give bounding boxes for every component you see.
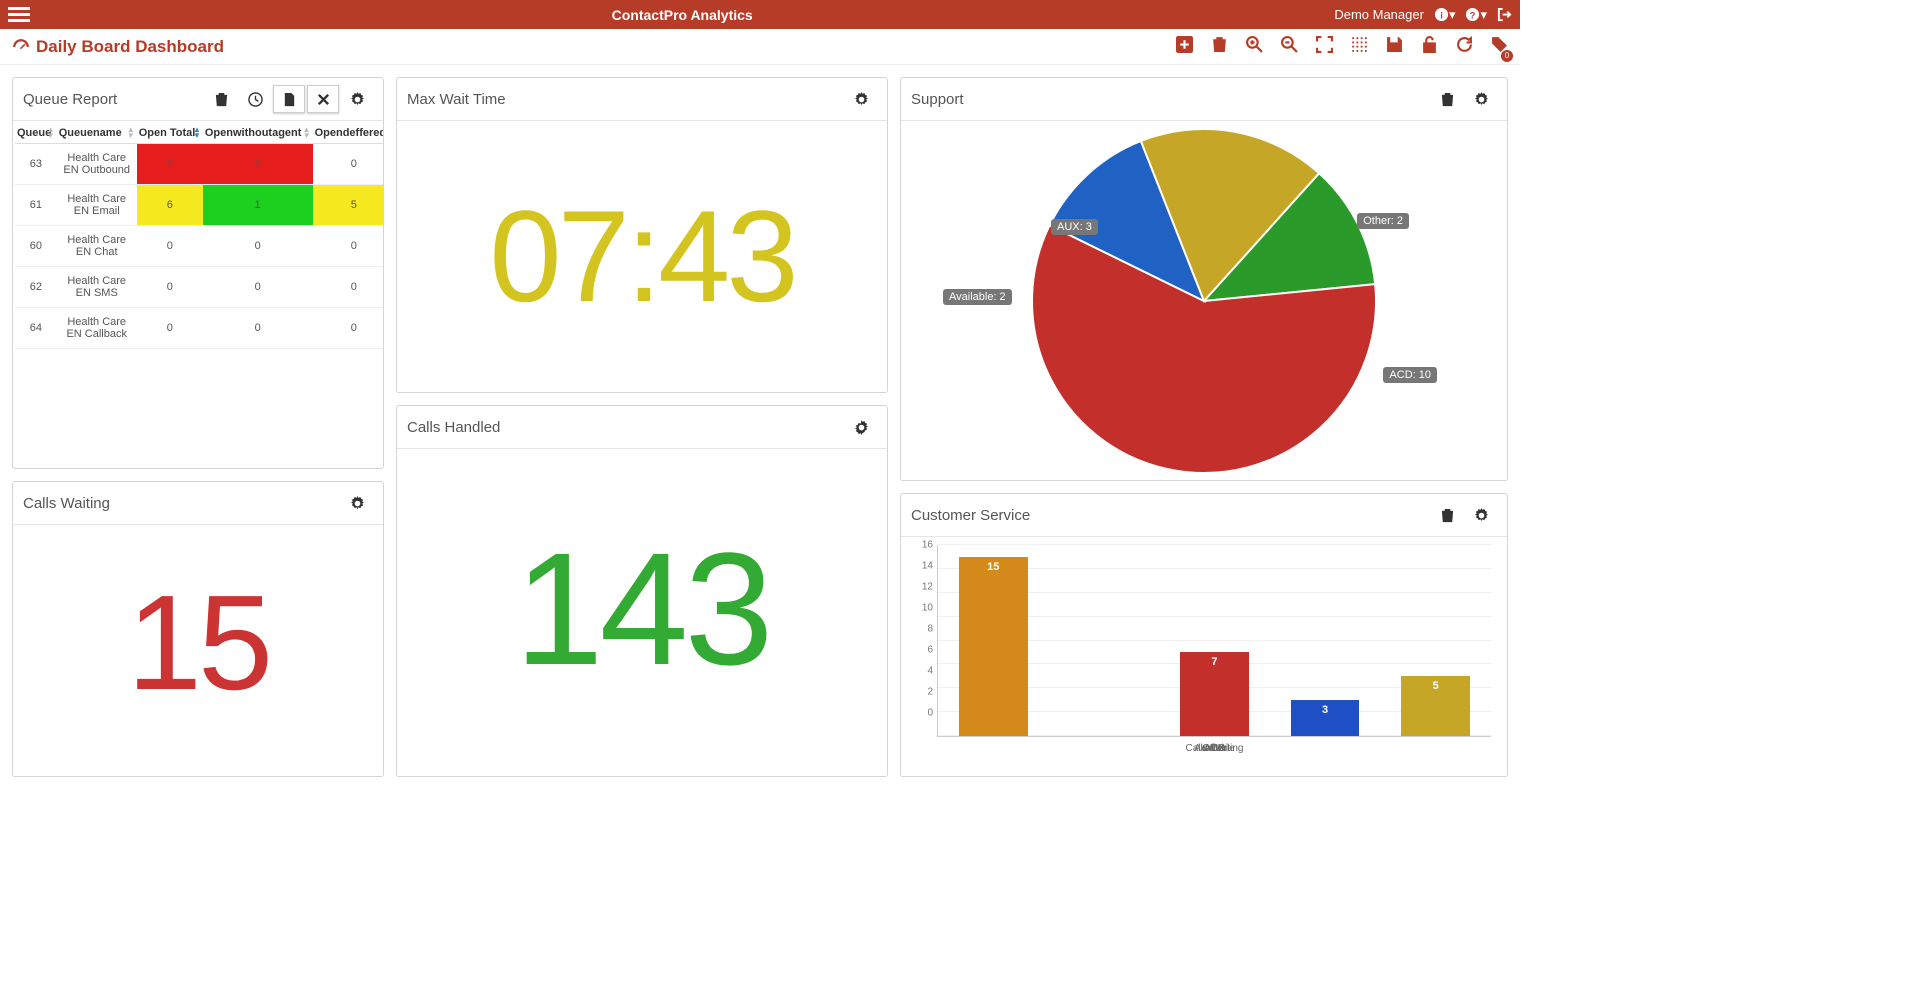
support-pie-chart: Other: 2 AUX: 3 Available: 2 ACD: 10: [901, 121, 1507, 483]
trash-icon[interactable]: [205, 85, 237, 113]
tags-button[interactable]: 0: [1491, 36, 1508, 58]
calls-waiting-value: 15: [13, 525, 383, 740]
bar-aux: 5AUX: [1380, 545, 1491, 736]
bar-other: 3Other: [1270, 545, 1381, 736]
pie-label-acd: ACD: 10: [1383, 367, 1437, 383]
gear-icon[interactable]: [341, 85, 373, 113]
delete-button[interactable]: [1211, 36, 1228, 58]
widget-title: Max Wait Time: [407, 91, 506, 108]
col-opentotal[interactable]: Open Total▲▼: [137, 123, 203, 144]
table-row: 61Health Care EN Email615: [15, 185, 383, 226]
table-row: 63Health Care EN Outbound770: [15, 144, 383, 185]
bar-acd: 7ACD: [1159, 545, 1270, 736]
max-wait-value: 07:43: [397, 121, 887, 351]
pie-label-other: Available: 2: [943, 289, 1012, 305]
bar-calls-waiting: 15Calls Waiting: [938, 545, 1049, 736]
zoom-out-button[interactable]: [1281, 36, 1298, 58]
table-row: 60Health Care EN Chat000: [15, 226, 383, 267]
customer-service-bar-chart: 0246810121416 15Calls WaitingAvailable7A…: [903, 539, 1505, 739]
gear-icon[interactable]: [845, 413, 877, 441]
widget-title: Customer Service: [911, 507, 1030, 524]
calls-handled-value: 143: [397, 449, 887, 719]
fullscreen-button[interactable]: [1316, 36, 1333, 58]
col-openwoagent[interactable]: Openwithoutagent▲▼: [203, 123, 313, 144]
save-button[interactable]: [1386, 36, 1403, 58]
clock-icon[interactable]: [239, 85, 271, 113]
unlock-button[interactable]: [1421, 36, 1438, 58]
add-button[interactable]: [1176, 36, 1193, 58]
help-icon[interactable]: ?▾: [1465, 7, 1487, 23]
gear-icon[interactable]: [1465, 501, 1497, 529]
pie-label-aux: AUX: 3: [1051, 219, 1098, 235]
pie-label-available: Other: 2: [1357, 213, 1409, 229]
grid-button[interactable]: [1351, 36, 1368, 58]
queue-report-widget: Queue Report Queue▲▼ Queuename▲▼ Open To…: [12, 77, 384, 469]
dashboard-icon: [12, 38, 30, 56]
bar-available: Available: [1049, 545, 1160, 736]
widget-title: Queue Report: [23, 91, 117, 108]
calls-handled-widget: Calls Handled 143: [396, 405, 888, 777]
logout-icon[interactable]: [1497, 7, 1512, 22]
zoom-in-button[interactable]: [1246, 36, 1263, 58]
user-name: Demo Manager: [1334, 7, 1424, 22]
document-icon[interactable]: [273, 85, 305, 113]
widget-title: Calls Waiting: [23, 495, 110, 512]
widget-title: Support: [911, 91, 964, 108]
table-row: 64Health Care EN Callback000: [15, 308, 383, 349]
app-title: ContactPro Analytics: [30, 7, 1334, 23]
refresh-button[interactable]: [1456, 36, 1473, 58]
gear-icon[interactable]: [1465, 85, 1497, 113]
table-row: 62Health Care EN SMS000: [15, 267, 383, 308]
close-icon[interactable]: [307, 85, 339, 113]
col-queue[interactable]: Queue▲▼: [15, 123, 57, 144]
max-wait-widget: Max Wait Time 07:43: [396, 77, 888, 393]
menu-button[interactable]: [8, 4, 30, 25]
col-opendeferred[interactable]: Opendeffered▲▼: [313, 123, 383, 144]
support-widget: Support Other: 2 AUX: 3 Available: 2 ACD…: [900, 77, 1508, 481]
calls-waiting-widget: Calls Waiting 15: [12, 481, 384, 777]
gear-icon[interactable]: [341, 489, 373, 517]
page-title: Daily Board Dashboard: [12, 37, 224, 57]
widget-title: Calls Handled: [407, 419, 500, 436]
col-queuename[interactable]: Queuename▲▼: [57, 123, 137, 144]
trash-icon[interactable]: [1431, 85, 1463, 113]
svg-text:?: ?: [1470, 10, 1476, 20]
svg-text:i: i: [1440, 10, 1443, 20]
gear-icon[interactable]: [845, 85, 877, 113]
customer-service-widget: Customer Service 0246810121416 15Calls W…: [900, 493, 1508, 777]
trash-icon[interactable]: [1431, 501, 1463, 529]
info-icon[interactable]: i▾: [1434, 7, 1456, 23]
